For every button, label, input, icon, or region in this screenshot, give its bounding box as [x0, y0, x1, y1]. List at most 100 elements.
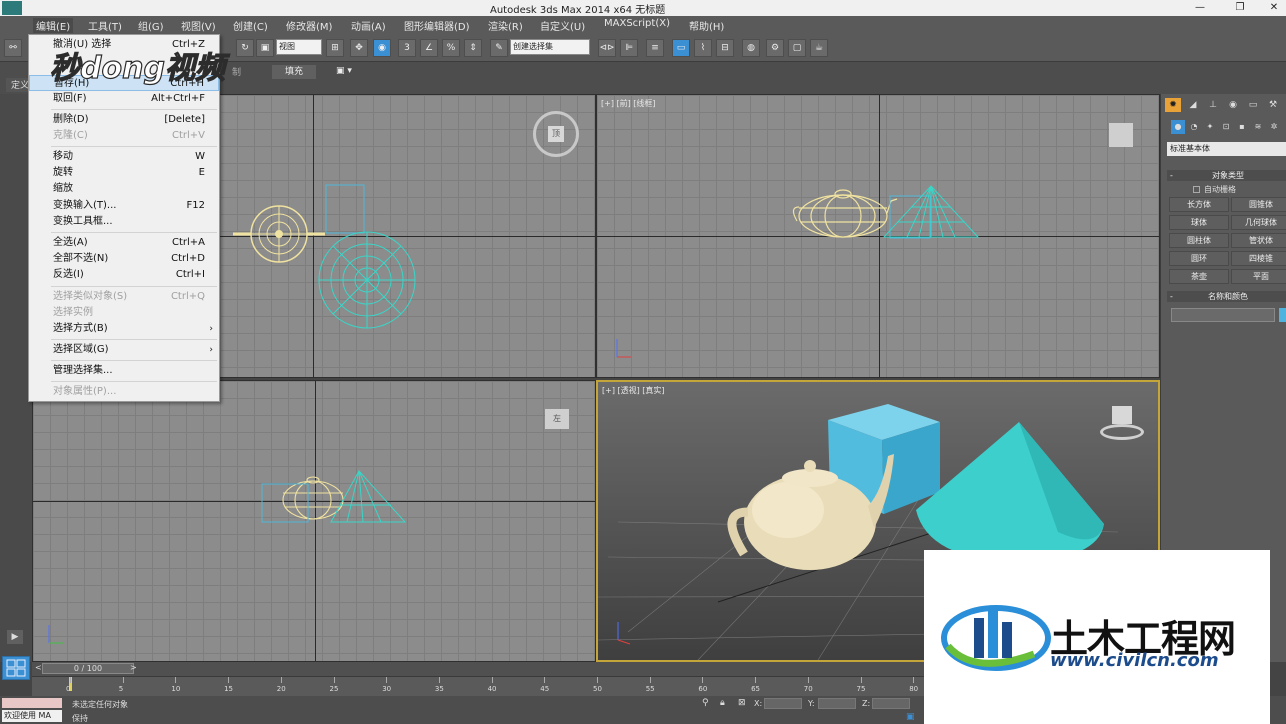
viewcube-ring[interactable]	[1100, 424, 1144, 440]
z-coord-field[interactable]	[872, 698, 910, 709]
angle-snap-icon[interactable]: ∠	[420, 39, 438, 57]
edit-named-selection-icon[interactable]: ✎	[490, 39, 508, 57]
lights-icon[interactable]: ✦	[1203, 120, 1217, 134]
layer-manager-icon[interactable]: ≡	[646, 39, 664, 57]
close-button[interactable]: ✕	[1262, 0, 1286, 16]
geosphere-button[interactable]: 几何球体	[1231, 215, 1286, 230]
shapes-icon[interactable]: ◔	[1187, 120, 1201, 134]
torus-button[interactable]: 圆环	[1169, 251, 1229, 266]
viewport-layout-icon[interactable]	[2, 656, 30, 680]
object-name-input[interactable]	[1171, 308, 1275, 322]
plane-button[interactable]: 平面	[1231, 269, 1286, 284]
app-logo-icon[interactable]	[2, 1, 22, 15]
motion-tab-icon[interactable]: ◉	[1225, 98, 1241, 112]
menu-item-fetch[interactable]: 取回(F) Alt+Ctrl+F	[29, 91, 219, 107]
menu-item-select-none[interactable]: 全部不选(N) Ctrl+D	[29, 251, 219, 267]
viewport-left[interactable]: 左	[32, 380, 596, 662]
menu-modifiers[interactable]: 修改器(M)	[286, 18, 332, 33]
menu-maxscript[interactable]: MAXScript(X)	[604, 18, 670, 29]
restore-button[interactable]: ❐	[1228, 0, 1252, 16]
viewcube-face-top[interactable]: 顶	[548, 126, 564, 142]
menu-item-transform-typein[interactable]: 变换输入(T)... F12	[29, 198, 219, 214]
select-object-icon[interactable]: ▣	[256, 39, 274, 57]
reference-coord-select[interactable]: 视图	[276, 39, 322, 55]
menu-item-rotate[interactable]: 旋转 E	[29, 165, 219, 181]
link-icon[interactable]: ⚯	[4, 39, 22, 57]
teapot-button[interactable]: 茶壶	[1169, 269, 1229, 284]
ribbon-tab-populate[interactable]: 填充	[272, 65, 316, 79]
y-coord-field[interactable]	[818, 698, 856, 709]
lock-selection-icon[interactable]: 🔒︎	[720, 698, 725, 708]
viewcube-front[interactable]	[1109, 123, 1133, 147]
menu-item-transform-toolbox[interactable]: 变换工具框...	[29, 214, 219, 230]
menu-item-select-similar[interactable]: 选择类似对象(S) Ctrl+Q	[29, 289, 219, 305]
menu-item-scale[interactable]: 缩放	[29, 181, 219, 197]
menu-rendering[interactable]: 渲染(R)	[488, 18, 523, 33]
viewcube-perspective[interactable]	[1098, 404, 1146, 444]
display-tab-icon[interactable]: ▭	[1245, 98, 1261, 112]
menu-item-selection-method[interactable]: 选择方式(B) ›	[29, 321, 219, 337]
curve-editor-icon[interactable]: ⌇	[694, 39, 712, 57]
menu-item-clone[interactable]: 克隆(C) Ctrl+V	[29, 128, 219, 144]
percent-snap-icon[interactable]: %	[442, 39, 460, 57]
cone-button[interactable]: 圆锥体	[1231, 197, 1286, 212]
ribbon-toggle-icon[interactable]: ▭	[672, 39, 690, 57]
pivot-icon[interactable]: ⊞	[326, 39, 344, 57]
spinner-snap-icon[interactable]: ⇕	[464, 39, 482, 57]
menu-item-select-invert[interactable]: 反选(I) Ctrl+I	[29, 267, 219, 283]
track-bar[interactable]: 0 5 10 15 20 25 30 35 40 45 50 55 60 65 70 75 80	[32, 676, 924, 696]
systems-icon[interactable]: ✲	[1267, 120, 1281, 134]
time-slider-thumb[interactable]: 0 / 100	[42, 663, 134, 674]
align-icon[interactable]: ⊫	[620, 39, 638, 57]
spacewarps-icon[interactable]: ≋	[1251, 120, 1265, 134]
material-editor-icon[interactable]: ◍	[742, 39, 760, 57]
expand-play-icon[interactable]: ▶	[7, 630, 23, 644]
modify-tab-icon[interactable]: ◢	[1185, 98, 1201, 112]
time-tag-icon[interactable]: ▣	[906, 712, 915, 722]
rendered-frame-icon[interactable]: ▢	[788, 39, 806, 57]
menu-customize[interactable]: 自定义(U)	[540, 18, 585, 33]
minimize-button[interactable]: —	[1188, 0, 1212, 16]
menu-item-select-instances[interactable]: 选择实例	[29, 305, 219, 321]
script-listener-box[interactable]	[2, 698, 62, 708]
render-production-icon[interactable]: ☕	[810, 39, 828, 57]
viewcube-top[interactable]: 顶	[533, 111, 579, 157]
menu-animation[interactable]: 动画(A)	[351, 18, 386, 33]
rollout-name-color[interactable]: - 名称和颜色	[1167, 291, 1286, 302]
menu-view[interactable]: 视图(V)	[181, 18, 216, 33]
cylinder-button[interactable]: 圆柱体	[1169, 233, 1229, 248]
viewport-front[interactable]: [+] [前] [线框]	[596, 94, 1160, 378]
autogrid-checkbox[interactable]: 自动栅格	[1193, 184, 1236, 195]
viewcube-face[interactable]	[1112, 406, 1132, 424]
menu-create[interactable]: 创建(C)	[233, 18, 268, 33]
schematic-view-icon[interactable]: ⊟	[716, 39, 734, 57]
menu-item-move[interactable]: 移动 W	[29, 149, 219, 165]
create-tab-icon[interactable]: ✹	[1165, 98, 1181, 112]
move-icon[interactable]: ✥	[350, 39, 368, 57]
viewcube-left[interactable]: 左	[545, 409, 569, 429]
isolate-icon[interactable]: ⚲	[702, 698, 709, 708]
time-slider[interactable]: < 0 / 100 >	[32, 662, 924, 676]
menu-group[interactable]: 组(G)	[138, 18, 164, 33]
snap-3d-icon[interactable]: 3	[398, 39, 416, 57]
tube-button[interactable]: 管状体	[1231, 233, 1286, 248]
cameras-icon[interactable]: ⊡	[1219, 120, 1233, 134]
rollout-object-type[interactable]: - 对象类型	[1167, 170, 1286, 181]
menu-help[interactable]: 帮助(H)	[689, 18, 724, 33]
sphere-button[interactable]: 球体	[1169, 215, 1229, 230]
render-setup-icon[interactable]: ⚙	[766, 39, 784, 57]
hierarchy-tab-icon[interactable]: ⊥	[1205, 98, 1221, 112]
object-color-swatch[interactable]	[1279, 308, 1286, 322]
maxscript-mini-listener[interactable]: 欢迎使用 MA	[2, 710, 62, 722]
helpers-icon[interactable]: ▪	[1235, 120, 1249, 134]
menu-graph-editors[interactable]: 图形编辑器(D)	[404, 18, 470, 33]
time-prev-arrow[interactable]: <	[35, 663, 42, 672]
geometry-icon[interactable]: ●	[1171, 120, 1185, 134]
pyramid-button[interactable]: 四棱锥	[1231, 251, 1286, 266]
menu-edit[interactable]: 编辑(E)	[33, 18, 74, 33]
geometry-category-select[interactable]: 标准基本体	[1167, 142, 1286, 156]
absolute-mode-icon[interactable]: ⊠	[738, 698, 746, 708]
menu-item-manage-selection-sets[interactable]: 管理选择集...	[29, 363, 219, 379]
utilities-tab-icon[interactable]: ⚒	[1265, 98, 1281, 112]
autogrid-check[interactable]	[1193, 186, 1200, 193]
